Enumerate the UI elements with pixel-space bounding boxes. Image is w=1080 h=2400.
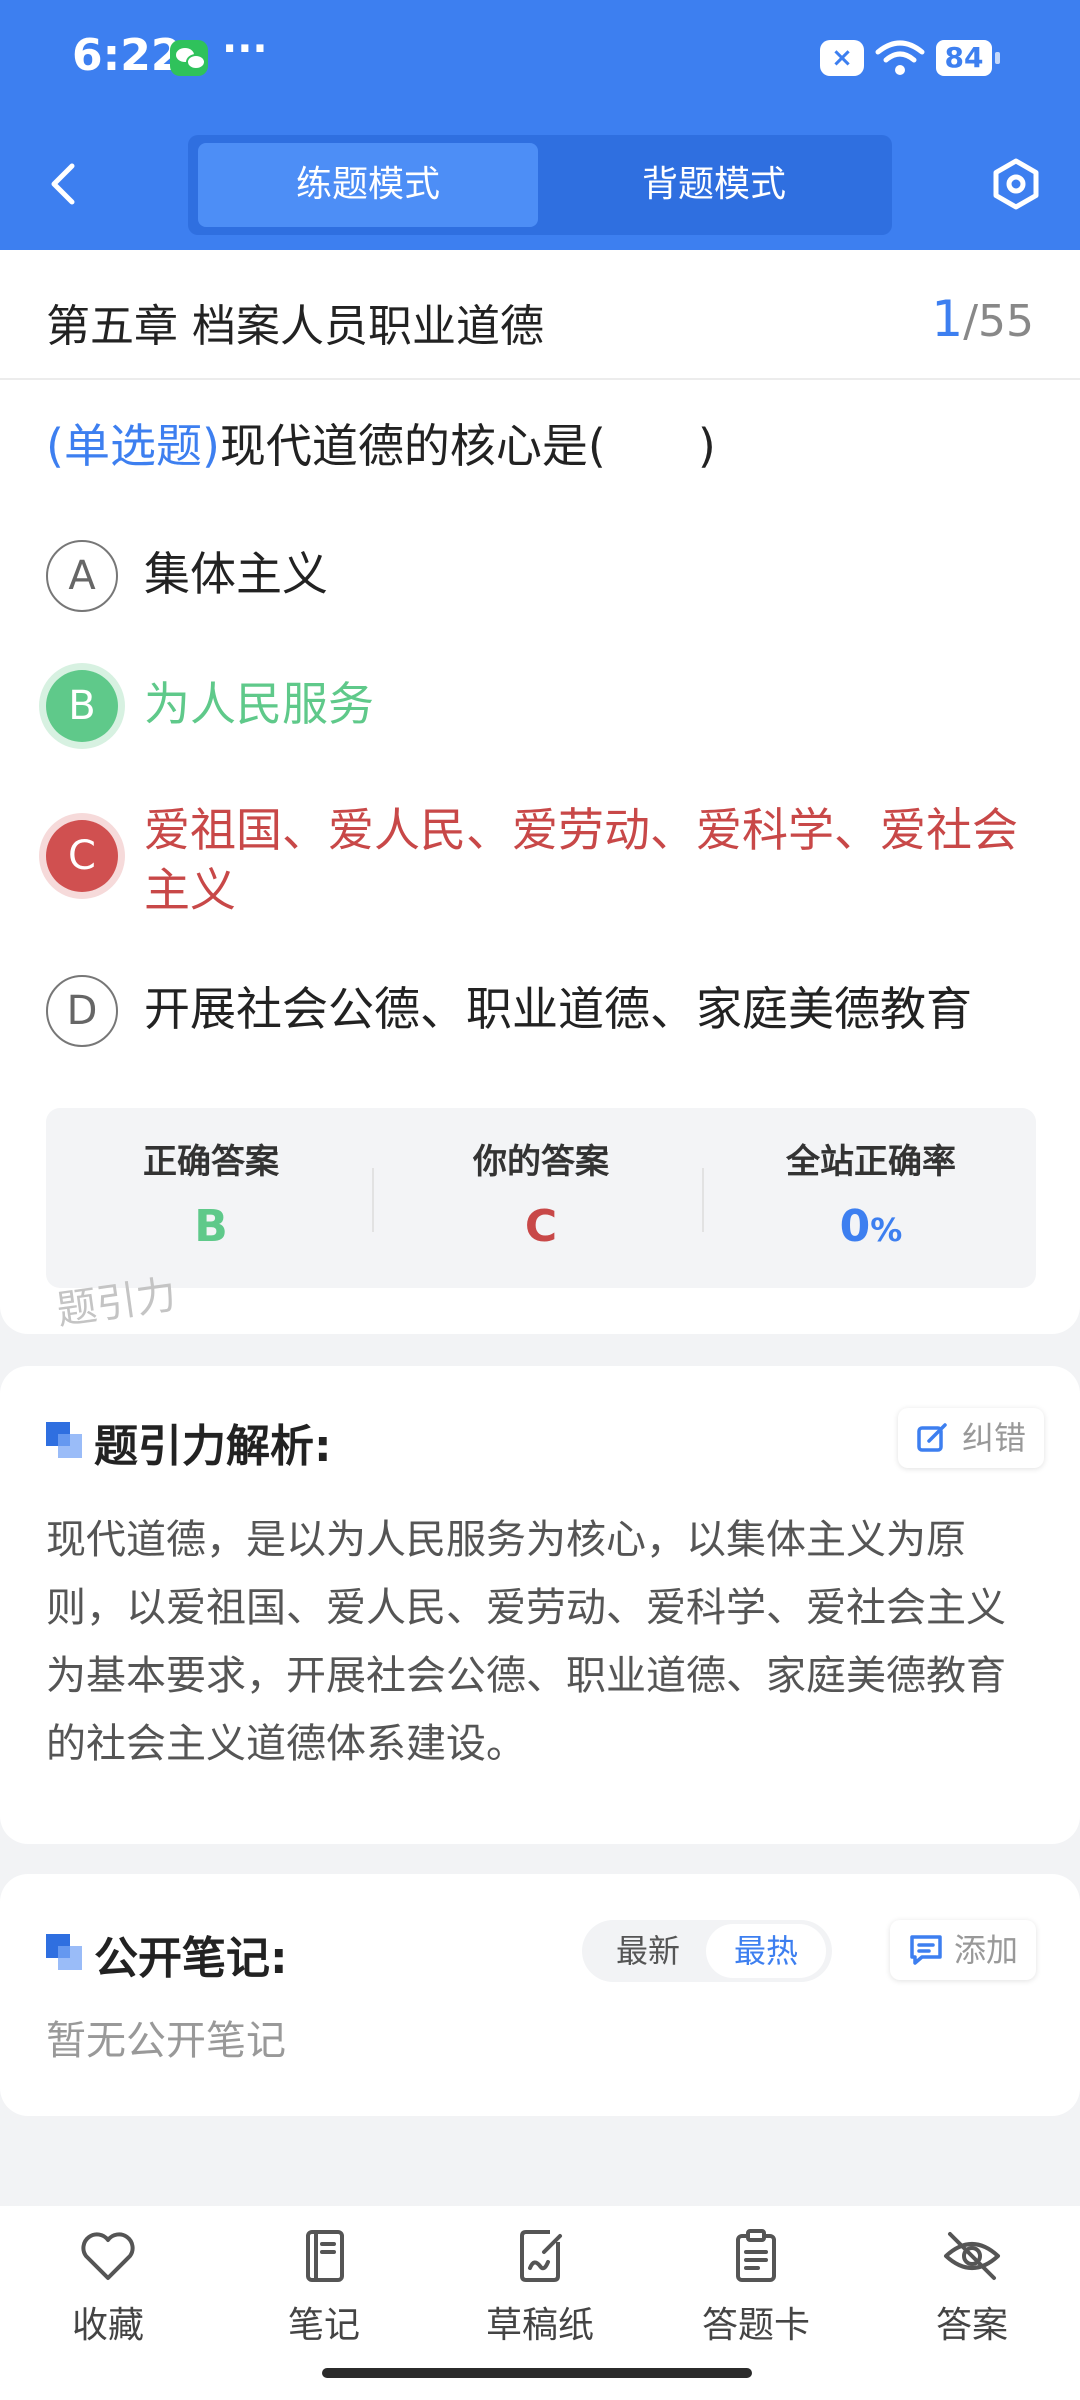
notes-label: 笔记 bbox=[287, 2305, 360, 2346]
heart-icon bbox=[81, 2232, 135, 2280]
sort-hottest-button[interactable]: 最热 bbox=[706, 1924, 826, 1978]
empty-notes-text: 暂无公开笔记 bbox=[46, 2018, 286, 2064]
wechat-icon bbox=[170, 40, 208, 76]
notes-title: 公开笔记: bbox=[94, 1933, 288, 1984]
option-b-text: 为人民服务 bbox=[144, 677, 374, 731]
option-c-letter: C bbox=[46, 820, 118, 892]
favorite-button[interactable]: 收藏 bbox=[28, 2228, 188, 2348]
answer-sheet-button[interactable]: 答题卡 bbox=[676, 2228, 836, 2348]
current-question-number: 1 bbox=[931, 290, 964, 348]
question-counter: 1/55 bbox=[931, 290, 1034, 348]
status-time: 6:22 bbox=[72, 30, 182, 81]
total-questions: /55 bbox=[963, 296, 1034, 347]
accuracy-value: 0% bbox=[706, 1201, 1036, 1252]
correct-answer-block: 正确答案 B bbox=[46, 1134, 376, 1252]
option-a-text: 集体主义 bbox=[144, 547, 328, 601]
option-c-text: 爱祖国、爱人民、爱劳动、爱科学、爱社会主义 bbox=[144, 803, 1018, 917]
accuracy-block: 全站正确率 0% bbox=[706, 1134, 1036, 1252]
option-b-correct[interactable]: B 为人民服务 bbox=[46, 670, 1036, 750]
back-arrow-icon[interactable] bbox=[44, 160, 84, 208]
accuracy-number: 0 bbox=[839, 1201, 871, 1252]
your-answer-label: 你的答案 bbox=[473, 1142, 609, 1182]
answer-summary: 正确答案 B 你的答案 C 全站正确率 0% bbox=[46, 1108, 1036, 1288]
question-text: 现代道德的核心是( ) bbox=[219, 419, 716, 473]
draft-paper-icon bbox=[520, 2230, 562, 2282]
edit-icon bbox=[917, 1423, 947, 1452]
draft-paper-button[interactable]: 草稿纸 bbox=[460, 2228, 620, 2348]
answer-sheet-icon bbox=[736, 2229, 776, 2282]
question-stem: (单选题)现代道德的核心是( ) bbox=[46, 410, 716, 476]
notebook-icon bbox=[306, 2230, 344, 2282]
home-indicator bbox=[322, 2368, 752, 2378]
add-note-label: 添加 bbox=[954, 1931, 1019, 1969]
more-notifications-icon: ··· bbox=[222, 26, 268, 72]
section-square-icon bbox=[46, 1422, 82, 1458]
wifi-icon bbox=[875, 40, 925, 75]
notification-badge-icon: × bbox=[820, 40, 864, 76]
divider bbox=[702, 1168, 704, 1232]
draft-paper-label: 草稿纸 bbox=[485, 2305, 594, 2346]
your-answer-block: 你的答案 C bbox=[376, 1134, 706, 1252]
tab-practice-mode[interactable]: 练题模式 bbox=[198, 143, 538, 227]
answer-sheet-label: 答题卡 bbox=[701, 2305, 810, 2346]
notes-button[interactable]: 笔记 bbox=[244, 2228, 404, 2348]
mode-switch: 练题模式 背题模式 bbox=[188, 135, 892, 235]
your-answer-value: C bbox=[524, 1201, 558, 1252]
toggle-answer-label: 答案 bbox=[935, 2305, 1008, 2346]
comment-add-icon bbox=[910, 1935, 942, 1965]
question-type: (单选题) bbox=[46, 419, 220, 473]
divider bbox=[0, 378, 1080, 380]
sort-newest-button[interactable]: 最新 bbox=[588, 1924, 708, 1978]
report-error-label: 纠错 bbox=[962, 1419, 1027, 1457]
status-bar: 6:22 ··· × 84 bbox=[0, 0, 1080, 120]
correct-answer-value: B bbox=[194, 1201, 228, 1252]
eye-off-icon bbox=[944, 2232, 1000, 2280]
correct-answer-label: 正确答案 bbox=[143, 1142, 279, 1182]
favorite-label: 收藏 bbox=[71, 2305, 144, 2346]
accuracy-label: 全站正确率 bbox=[786, 1142, 956, 1182]
report-error-button[interactable]: 纠错 bbox=[898, 1408, 1045, 1468]
option-c-wrong[interactable]: C 爱祖国、爱人民、爱劳动、爱科学、爱社会主义 bbox=[46, 800, 1036, 930]
option-d-text: 开展社会公德、职业道德、家庭美德教育 bbox=[144, 982, 972, 1036]
analysis-text: 现代道德，是以为人民服务为核心，以集体主义为原则，以爱祖国、爱人民、爱劳动、爱科… bbox=[46, 1517, 1006, 1767]
notes-sort-toggle: 最新 最热 bbox=[582, 1920, 832, 1982]
settings-icon[interactable] bbox=[990, 158, 1042, 210]
tab-memorize-mode[interactable]: 背题模式 bbox=[544, 143, 884, 227]
option-d-letter: D bbox=[46, 975, 118, 1047]
add-note-button[interactable]: 添加 bbox=[890, 1920, 1037, 1980]
toggle-answer-button[interactable]: 答案 bbox=[892, 2228, 1052, 2348]
section-square-icon bbox=[46, 1934, 82, 1970]
chapter-title: 第五章 档案人员职业道德 bbox=[46, 301, 544, 352]
battery-icon: 84 bbox=[936, 40, 1000, 76]
option-d[interactable]: D 开展社会公德、职业道德、家庭美德教育 bbox=[46, 975, 1036, 1055]
option-b-letter: B bbox=[46, 670, 118, 742]
divider bbox=[372, 1168, 374, 1232]
analysis-title: 题引力解析: bbox=[94, 1421, 332, 1472]
option-a-letter: A bbox=[46, 540, 118, 612]
accuracy-unit: % bbox=[870, 1211, 903, 1249]
notes-card bbox=[0, 1874, 1080, 2116]
option-a[interactable]: A 集体主义 bbox=[46, 540, 1036, 620]
